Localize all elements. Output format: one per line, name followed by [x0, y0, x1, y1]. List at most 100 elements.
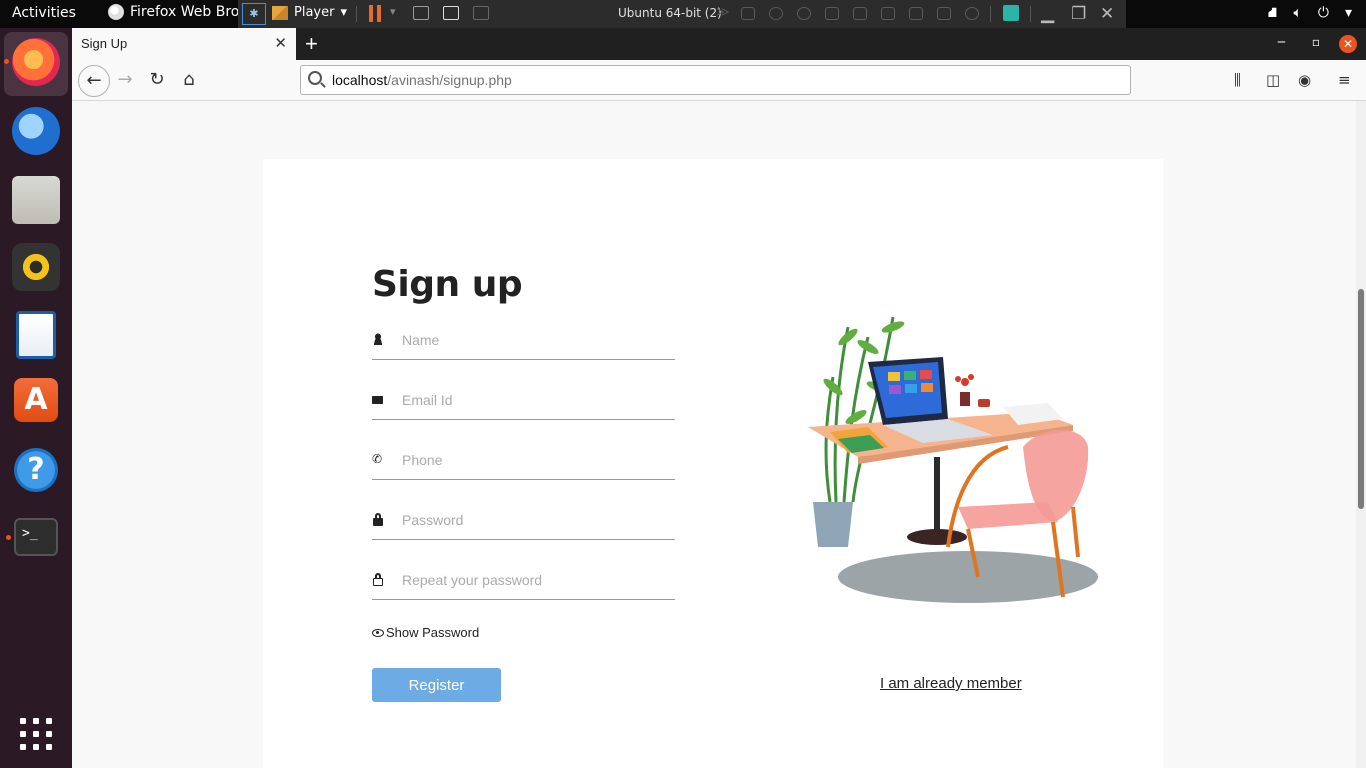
library-icon[interactable]: ⫼: [1234, 71, 1241, 89]
network-icon[interactable]: [853, 7, 867, 20]
network-icon[interactable]: ⛘: [1268, 5, 1278, 23]
vm-title: Ubuntu 64-bit (2): [618, 6, 722, 20]
signup-form: Sign up ✆ Show: [372, 264, 675, 702]
back-button[interactable]: ←: [78, 65, 110, 97]
url-text: localhost/avinash/signup.php: [332, 72, 512, 88]
tab-sign-up[interactable]: Sign Up ✕: [72, 28, 296, 60]
show-password-toggle[interactable]: Show Password: [372, 625, 675, 640]
navigation-bar: ← → ↻ ⌂ localhost/avinash/signup.php ⫼ ◫…: [72, 60, 1366, 101]
software-icon[interactable]: A: [14, 378, 58, 422]
sidebar-icon[interactable]: ◫: [1266, 71, 1280, 89]
page-title: Sign up: [372, 264, 523, 305]
minimize-icon[interactable]: ─: [1278, 35, 1285, 49]
separator: [990, 6, 991, 22]
player-icon: [272, 5, 288, 20]
close-window-button[interactable]: ✕: [1339, 35, 1357, 53]
register-button[interactable]: Register: [372, 668, 501, 702]
eye-icon: [372, 628, 384, 637]
separator: [1030, 6, 1031, 22]
name-input[interactable]: [402, 327, 672, 353]
close-icon[interactable]: ✕: [1100, 4, 1114, 24]
power-icon[interactable]: ⏻: [1318, 5, 1329, 23]
lock-icon: [373, 513, 383, 526]
usb-icon[interactable]: [937, 7, 951, 20]
show-password-label: Show Password: [386, 625, 480, 640]
hdd-icon[interactable]: [741, 7, 755, 20]
menu-icon[interactable]: ≡: [1338, 71, 1351, 89]
firefox-icon: [108, 4, 124, 20]
page-scrollbar[interactable]: [1356, 101, 1366, 768]
dock: A ? >_: [0, 28, 72, 768]
password-input[interactable]: [402, 507, 672, 533]
page-content: Sign up ✆ Show: [72, 101, 1356, 768]
unity-icon[interactable]: [473, 6, 489, 20]
already-member-link[interactable]: I am already member: [880, 675, 1022, 692]
chevron-down-icon: ▾: [340, 5, 347, 20]
account-icon[interactable]: ◉: [1298, 71, 1311, 89]
scrollbar-thumb[interactable]: [1358, 289, 1364, 509]
signup-card: Sign up ✆ Show: [263, 159, 1163, 768]
phone-icon: ✆: [372, 452, 383, 466]
fullscreen-icon[interactable]: [443, 6, 459, 20]
search-icon: [308, 71, 322, 85]
maximize-icon[interactable]: ▫: [1312, 35, 1320, 49]
camera-icon[interactable]: [965, 7, 979, 20]
minimize-icon[interactable]: ▁: [1041, 4, 1054, 24]
show-applications-icon[interactable]: [20, 718, 52, 750]
email-input[interactable]: [402, 387, 672, 413]
libreoffice-writer-icon[interactable]: [16, 311, 56, 359]
tab-title: Sign Up: [81, 36, 128, 51]
thunderbird-icon[interactable]: [12, 107, 60, 155]
help-icon[interactable]: ?: [14, 448, 58, 492]
running-indicator: [6, 535, 11, 540]
password-field: [372, 505, 675, 540]
send-ctrl-alt-del-icon[interactable]: [413, 6, 429, 20]
printer-icon[interactable]: [881, 7, 895, 20]
close-icon[interactable]: ✕: [274, 34, 287, 52]
pause-icon[interactable]: [369, 5, 381, 22]
url-path: /avinash/signup.php: [387, 72, 512, 88]
repeat-password-input[interactable]: [402, 567, 672, 593]
restore-icon[interactable]: ❐: [1071, 4, 1086, 24]
app-menu[interactable]: Firefox Web Browser: [108, 4, 240, 20]
cd2-icon[interactable]: [797, 7, 811, 20]
sound-icon[interactable]: [909, 7, 923, 20]
chevron-down-icon[interactable]: ▾: [390, 5, 396, 18]
cd-icon[interactable]: [769, 7, 783, 20]
new-tab-button[interactable]: +: [305, 31, 318, 57]
phone-field: ✆: [372, 445, 675, 480]
email-field: [372, 385, 675, 420]
rhythmbox-icon[interactable]: [12, 243, 60, 291]
email-icon: [372, 396, 383, 404]
files-icon[interactable]: [12, 176, 60, 224]
player-label: Player: [294, 5, 335, 20]
url-bar[interactable]: localhost/avinash/signup.php: [300, 65, 1131, 95]
floppy-icon[interactable]: [825, 7, 839, 20]
top-bar: Activities Firefox Web Browser ✱ Player …: [0, 0, 1366, 28]
name-field: [372, 325, 675, 360]
terminal-icon[interactable]: >_: [6, 518, 58, 556]
lock-outline-icon: [373, 573, 383, 586]
running-indicator: [4, 59, 9, 64]
pin-icon[interactable]: ✱: [242, 3, 266, 25]
url-host: localhost: [332, 72, 388, 88]
forward-button[interactable]: →: [111, 67, 139, 95]
volume-icon[interactable]: 🔈︎: [1293, 5, 1301, 23]
tab-bar: Sign Up ✕ + ─ ▫ ✕: [72, 28, 1366, 60]
reload-button[interactable]: ↻: [143, 67, 171, 95]
chevron-down-icon[interactable]: ▾: [1345, 5, 1352, 23]
message-icon[interactable]: [1003, 5, 1019, 21]
separator: [356, 6, 357, 22]
double-chevron-icon: ≫: [716, 5, 730, 20]
repeat-password-field: [372, 565, 675, 600]
player-menu[interactable]: Player ▾: [272, 5, 347, 20]
person-icon: [372, 333, 384, 345]
app-menu-label: Firefox Web Browser: [130, 4, 240, 20]
system-tray[interactable]: ⛘ 🔈︎ ⏻ ▾: [1268, 5, 1352, 23]
firefox-icon[interactable]: [4, 38, 60, 86]
desk-illustration: [808, 316, 1098, 603]
activities-button[interactable]: Activities: [12, 5, 76, 21]
vmware-toolbar: ✱ Player ▾ ▾ Ubuntu 64-bit (2) ≫ ▁ ❐ ✕: [238, 0, 1126, 28]
home-button[interactable]: ⌂: [175, 67, 203, 95]
phone-input[interactable]: [402, 447, 672, 473]
